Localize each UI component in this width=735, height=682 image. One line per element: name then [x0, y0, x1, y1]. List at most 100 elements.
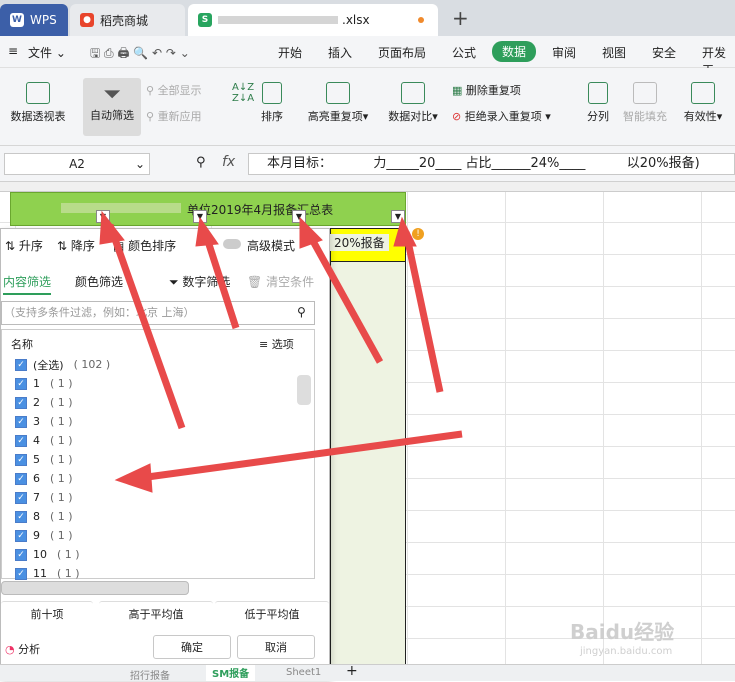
cell-reference-box[interactable]: A2 ⌄: [4, 153, 150, 175]
zoom-icon[interactable]: ⚲: [196, 155, 206, 170]
color-sort-button[interactable]: ▤ 颜色排序: [113, 237, 176, 254]
autofilter-button[interactable]: ⏷ 自动筛选: [83, 78, 141, 136]
remove-duplicates-button[interactable]: ▦ 删除重复项: [452, 82, 521, 98]
filter-dropdown-1[interactable]: ▼: [96, 210, 110, 223]
reject-duplicates-button[interactable]: ⊘ 拒绝录入重复项 ▾: [452, 108, 551, 124]
cancel-button[interactable]: 取消: [237, 635, 315, 659]
above-avg-button[interactable]: 高于平均值: [99, 601, 213, 625]
checkbox[interactable]: ✓: [15, 491, 27, 504]
menu-data[interactable]: 数据: [492, 41, 537, 62]
filter-search-input[interactable]: （支持多条件过滤，例如：北京 上海）: [1, 301, 315, 325]
quick-tools-icons[interactable]: 🖫 ⎙ 🖨 🔍 ↶ ↷ ⌄: [90, 44, 190, 65]
add-sheet-icon[interactable]: +: [346, 663, 358, 679]
menu-view[interactable]: 视图: [602, 44, 626, 61]
unsaved-dot-icon: [418, 17, 424, 23]
number-filter-button[interactable]: ⏷ 数字筛选: [169, 273, 230, 290]
split-column-button[interactable]: 分列: [582, 82, 614, 124]
checkbox[interactable]: ✓: [15, 377, 27, 390]
sheet-tab-2[interactable]: SM报备: [206, 665, 256, 681]
filter-list-item[interactable]: ✓ 5 ( 1 ): [15, 450, 73, 469]
advanced-toggle[interactable]: [223, 239, 241, 249]
list-hscroll-thumb[interactable]: [1, 581, 189, 595]
sort-desc-button[interactable]: ⇅ 降序: [57, 237, 95, 254]
ok-button[interactable]: 确定: [153, 635, 231, 659]
green-column-cells[interactable]: [330, 260, 406, 664]
checkbox[interactable]: ✓: [15, 434, 27, 447]
menu-start[interactable]: 开始: [278, 44, 302, 61]
smart-fill-button[interactable]: 智能填充: [618, 82, 672, 124]
menu-security[interactable]: 安全: [652, 44, 676, 61]
title-tab-bar: W WPS ● 稻壳商城 S .xlsx +: [0, 0, 735, 36]
menu-review[interactable]: 审阅: [552, 44, 576, 61]
sheet-tab-3[interactable]: Sheet1: [286, 667, 321, 678]
sheet-tab-bar: 招行报备 SM报备 Sheet1 +: [0, 663, 735, 682]
checkbox[interactable]: ✓: [15, 358, 27, 371]
item-count: ( 1 ): [50, 529, 73, 542]
list-vscroll-thumb[interactable]: [297, 375, 311, 405]
menu-layout[interactable]: 页面布局: [378, 44, 426, 61]
validity-icon: [691, 82, 715, 104]
sort-az-icon[interactable]: A↓Z Z↓A: [232, 82, 254, 104]
item-count: ( 102 ): [73, 358, 111, 371]
split-icon: [588, 82, 608, 104]
warning-icon[interactable]: !: [412, 228, 424, 240]
reapply-button[interactable]: ⚲ 重新应用: [146, 108, 202, 124]
top10-button[interactable]: 前十项: [1, 601, 93, 625]
menu-insert[interactable]: 插入: [328, 44, 352, 61]
filter-list-item[interactable]: ✓ 10 ( 1 ): [15, 545, 80, 564]
filter-list-item[interactable]: ✓ 9 ( 1 ): [15, 526, 73, 545]
pivot-table-button[interactable]: 数据透视表: [6, 82, 70, 124]
checkbox[interactable]: ✓: [15, 567, 27, 580]
sort-button[interactable]: 排序: [258, 82, 286, 124]
sheet-tab-1[interactable]: 招行报备: [130, 667, 170, 682]
formula-input[interactable]: 本月目标： 力_____20____ 占比______24%____ 以20%报…: [248, 153, 735, 175]
filter-list-item[interactable]: ✓ 3 ( 1 ): [15, 412, 73, 431]
menu-formula[interactable]: 公式: [452, 44, 476, 61]
tab-docer[interactable]: ● 稻壳商城: [70, 4, 185, 36]
item-count: ( 1 ): [50, 472, 73, 485]
filter-list-item[interactable]: ✓ 6 ( 1 ): [15, 469, 73, 488]
filter-dropdown-4[interactable]: ▼: [391, 210, 405, 223]
filter-list-item[interactable]: ✓ 7 ( 1 ): [15, 488, 73, 507]
highlight-duplicates-button[interactable]: 高亮重复项▾: [302, 82, 374, 124]
data-compare-button[interactable]: 数据对比▾: [382, 82, 444, 124]
checkbox[interactable]: ✓: [15, 396, 27, 409]
tab-spreadsheet[interactable]: S .xlsx: [188, 4, 438, 36]
options-button[interactable]: ≡ 选项: [259, 336, 294, 352]
filter-list-item[interactable]: ✓ 2 ( 1 ): [15, 393, 73, 412]
search-icon[interactable]: ⚲: [297, 305, 306, 319]
checkbox[interactable]: ✓: [15, 453, 27, 466]
checkbox[interactable]: ✓: [15, 415, 27, 428]
new-tab-icon[interactable]: +: [452, 6, 469, 30]
item-count: ( 1 ): [50, 491, 73, 504]
blurred-title-prefix: [61, 203, 181, 213]
tab-color-filter[interactable]: 颜色筛选: [75, 273, 123, 290]
checkbox[interactable]: ✓: [15, 472, 27, 485]
analyze-button[interactable]: ◔ 分析: [5, 641, 40, 657]
filter-list-item[interactable]: ✓ 1 ( 1 ): [15, 374, 73, 393]
filter-dropdown-3[interactable]: ▼: [292, 210, 306, 223]
filter-list-item[interactable]: ✓ 11 ( 1 ): [15, 564, 80, 583]
filter-list-item[interactable]: ✓ 8 ( 1 ): [15, 507, 73, 526]
show-all-button[interactable]: ⚲ 全部显示: [146, 82, 202, 98]
compare-icon: [401, 82, 425, 104]
column-header: [0, 182, 735, 192]
checkbox[interactable]: ✓: [15, 548, 27, 561]
file-menu[interactable]: 文件 ⌄: [28, 44, 66, 61]
validity-button[interactable]: 有效性▾: [678, 82, 728, 124]
checkbox[interactable]: ✓: [15, 510, 27, 523]
clear-conditions-button[interactable]: 🗑 清空条件: [247, 273, 314, 290]
filter-dropdown-2[interactable]: ▼: [193, 210, 207, 223]
tab-wps[interactable]: W WPS: [0, 4, 68, 36]
tab-content-filter[interactable]: 内容筛选: [3, 273, 52, 295]
below-avg-button[interactable]: 低于平均值: [215, 601, 329, 625]
sort-asc-button[interactable]: ⇅ 升序: [5, 237, 43, 254]
fx-icon[interactable]: fx: [222, 154, 235, 170]
checkbox[interactable]: ✓: [15, 529, 27, 542]
sheet-title: 单位2019年4月报备汇总表: [187, 203, 334, 217]
hamburger-icon[interactable]: ≡: [8, 44, 18, 58]
filter-list-item[interactable]: ✓ (全选) ( 102 ): [15, 355, 110, 374]
filter-list-item[interactable]: ✓ 4 ( 1 ): [15, 431, 73, 450]
menu-bar: ≡ 文件 ⌄ 🖫 ⎙ 🖨 🔍 ↶ ↷ ⌄ 开始 插入 页面布局 公式 数据 审阅…: [0, 36, 735, 77]
item-count: ( 1 ): [50, 453, 73, 466]
